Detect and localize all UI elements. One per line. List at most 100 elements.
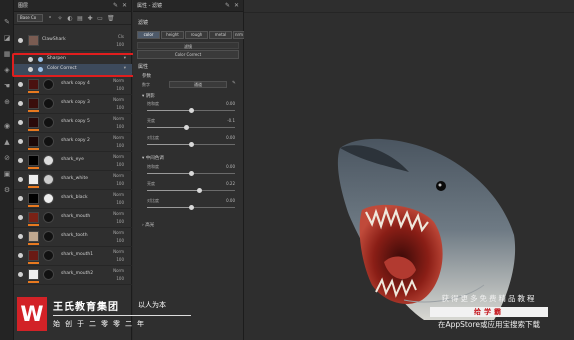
layer-row[interactable]: shark_mouth Norm 100 — [14, 209, 132, 228]
layer-row[interactable]: shark_tooth Norm 100 — [14, 228, 132, 247]
layer-row[interactable]: shark_white Norm 100 — [14, 171, 132, 190]
channel-tab-height[interactable]: height — [161, 31, 184, 39]
visibility-eye-icon[interactable] — [18, 177, 23, 182]
layer-opacity[interactable]: 100 — [116, 257, 124, 262]
layer-row[interactable]: ClawShark Cls 100 — [14, 32, 132, 51]
param-slider[interactable]: 对比度 0.00 — [141, 198, 241, 212]
add-mask-icon[interactable]: ◐ — [67, 15, 73, 22]
layer-row[interactable]: shark_eye Norm 100 — [14, 152, 132, 171]
clone-stamp-icon[interactable]: ⊕ — [3, 98, 11, 106]
visibility-eye-icon[interactable] — [18, 272, 23, 277]
color-picker-icon[interactable]: ⊘ — [3, 154, 11, 162]
shadow-group-toggle[interactable]: ▾ 阴影 — [142, 93, 155, 99]
visibility-eye-icon[interactable] — [18, 234, 23, 239]
image-icon[interactable]: ▣ — [3, 170, 11, 178]
layer-blend-mode[interactable]: Norm — [113, 192, 124, 197]
layer-blend-mode[interactable]: Norm — [113, 135, 124, 140]
smudge-icon[interactable]: ☚ — [3, 82, 11, 90]
layer-opacity[interactable]: 100 — [116, 219, 124, 224]
filter-select[interactable]: Color Correct — [137, 50, 239, 59]
slider-track[interactable] — [147, 205, 235, 210]
eraser-icon[interactable]: ◪ — [3, 34, 11, 42]
layer-blend-mode[interactable]: Norm — [113, 249, 124, 254]
layer-opacity[interactable]: 100 — [116, 42, 124, 47]
layer-row[interactable]: shark copy 5 Norm 100 — [14, 114, 132, 133]
3d-viewport[interactable]: 获得更多免费精品教程 给学霸 在AppStore或应用宝搜索下载 — [244, 0, 574, 340]
highlight-group-toggle[interactable]: › 高光 — [142, 222, 154, 228]
channel-tab-metal[interactable]: metal — [209, 31, 232, 39]
settings-icon[interactable]: ⚙ — [3, 186, 11, 194]
layer-opacity[interactable]: 100 — [116, 162, 124, 167]
layer-row[interactable]: shark copy 2 Norm 100 — [14, 133, 132, 152]
layer-opacity[interactable]: 100 — [116, 238, 124, 243]
visibility-eye-icon[interactable] — [18, 101, 23, 106]
delete-icon[interactable]: 🗑 — [107, 15, 115, 22]
blend-mode-select[interactable]: Base Co — [17, 14, 43, 22]
visibility-eye-icon[interactable] — [18, 253, 23, 258]
midtone-group-toggle[interactable]: ▾ 中间色调 — [142, 155, 164, 161]
param-slider[interactable]: 饱和度 0.00 — [141, 101, 241, 115]
layer-row[interactable]: shark_mouth2 Norm 100 — [14, 266, 132, 285]
layer-opacity[interactable]: 100 — [116, 276, 124, 281]
param-value[interactable]: 0.00 — [226, 101, 235, 106]
layer-blend-mode[interactable]: Norm — [113, 78, 124, 83]
slider-knob[interactable] — [184, 125, 190, 130]
visibility-eye-icon[interactable] — [18, 82, 23, 87]
param-value[interactable]: 0.00 — [226, 135, 235, 140]
slider-knob[interactable] — [197, 188, 203, 193]
layer-blend-mode[interactable]: Norm — [113, 97, 124, 102]
param-value[interactable]: -0.1 — [227, 118, 235, 123]
visibility-eye-icon[interactable] — [18, 158, 23, 163]
param-slider[interactable]: 亮度 -0.1 — [141, 118, 241, 132]
layer-blend-mode[interactable]: Cls — [118, 34, 124, 39]
close-icon[interactable]: ✕ — [122, 2, 127, 9]
param-value[interactable]: 0.00 — [226, 198, 235, 203]
slider-track[interactable] — [147, 188, 235, 193]
layer-blend-mode[interactable]: Norm — [113, 268, 124, 273]
layer-opacity[interactable]: 100 — [116, 181, 124, 186]
layer-opacity[interactable]: 100 — [116, 105, 124, 110]
layer-blend-mode[interactable]: Norm — [113, 116, 124, 121]
slider-track[interactable] — [147, 108, 235, 113]
edit-icon[interactable]: ✎ — [113, 2, 118, 9]
edit-icon[interactable]: ✎ — [225, 2, 230, 9]
layer-row[interactable]: shark copy 3 Norm 100 — [14, 95, 132, 114]
layer-blend-mode[interactable]: Norm — [113, 173, 124, 178]
layer-blend-mode[interactable]: Norm — [113, 154, 124, 159]
layer-opacity[interactable]: 100 — [116, 143, 124, 148]
add-folder-icon[interactable]: ▭ — [97, 15, 103, 22]
slider-track[interactable] — [147, 125, 235, 130]
slider-knob[interactable] — [188, 205, 194, 210]
visibility-eye-icon[interactable] — [18, 38, 23, 43]
channel-tab-rough[interactable]: rough — [185, 31, 208, 39]
layer-blend-mode[interactable]: Norm — [113, 230, 124, 235]
visibility-eye-icon[interactable] — [18, 196, 23, 201]
layer-row[interactable]: shark_black Norm 100 — [14, 190, 132, 209]
slider-knob[interactable] — [188, 171, 194, 176]
visibility-eye-icon[interactable] — [18, 120, 23, 125]
slider-knob[interactable] — [188, 142, 194, 147]
layer-row[interactable]: shark_mouth1 Norm 100 — [14, 247, 132, 266]
close-icon[interactable]: ✕ — [234, 2, 239, 9]
slider-track[interactable] — [147, 142, 235, 147]
layer-blend-mode[interactable]: Norm — [113, 211, 124, 216]
param-value[interactable]: 0.00 — [226, 164, 235, 169]
add-paint-layer-icon[interactable]: ✚ — [87, 15, 93, 22]
param-value[interactable]: 0.22 — [226, 181, 235, 186]
visibility-eye-icon[interactable] — [18, 215, 23, 220]
add-fill-layer-icon[interactable]: ▤ — [77, 15, 83, 22]
material-picker-icon[interactable]: ◉ — [3, 122, 11, 130]
geometry-mask-icon[interactable]: ◈ — [3, 66, 11, 74]
layer-opacity[interactable]: 100 — [116, 200, 124, 205]
picker-icon[interactable]: ✎ — [232, 81, 236, 86]
layer-opacity[interactable]: 100 — [116, 86, 124, 91]
slider-track[interactable] — [147, 171, 235, 176]
paint-brush-icon[interactable]: ✎ — [3, 18, 11, 26]
param-slider[interactable]: 饱和度 0.00 — [141, 164, 241, 178]
projection-icon[interactable]: ▦ — [3, 50, 11, 58]
layer-row[interactable]: shark copy 4 Norm 100 — [14, 76, 132, 95]
gain-select[interactable]: 通道 — [169, 81, 227, 88]
polygon-fill-icon[interactable]: ▲ — [3, 138, 11, 146]
layer-opacity[interactable]: 100 — [116, 124, 124, 129]
channel-tab-color[interactable]: color — [137, 31, 160, 39]
